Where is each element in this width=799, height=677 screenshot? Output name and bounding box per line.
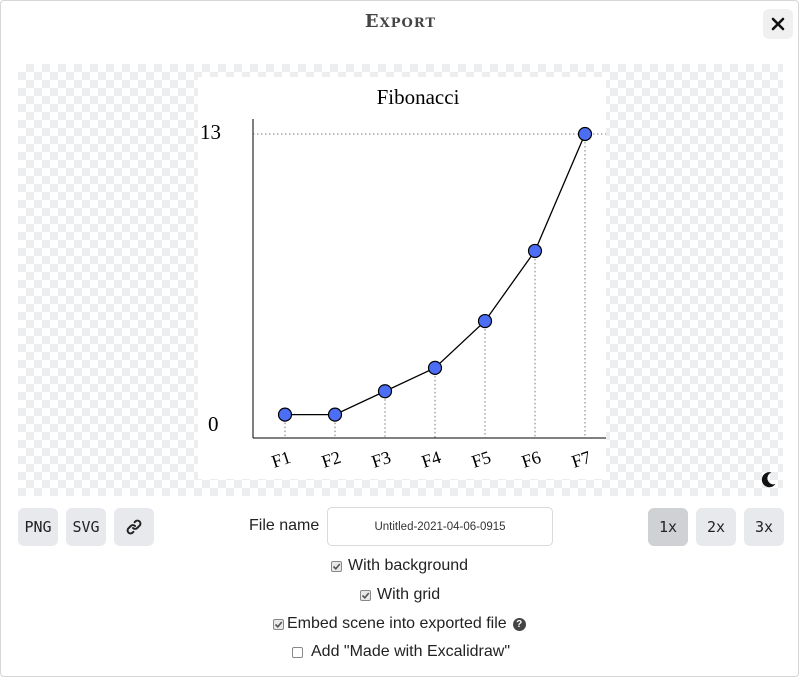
data-point	[577, 126, 593, 142]
with-background-option[interactable]: With background	[331, 557, 468, 575]
data-point	[327, 407, 343, 422]
copy-link-button[interactable]	[114, 508, 154, 546]
x-tick-label: F1	[269, 447, 293, 472]
made-with-excalidraw-checkbox[interactable]	[292, 646, 303, 658]
chart-title: Fibonacci	[377, 85, 460, 109]
export-svg-button[interactable]: SVG	[66, 508, 106, 546]
made-with-excalidraw-option[interactable]: Add "Made with Excalidraw"	[292, 643, 510, 661]
x-tick-label: F5	[469, 447, 493, 472]
export-dialog: Export Fibonacci 13 0 F1 F2 F3 F4 F5 F6 F7 PNG…	[0, 0, 799, 677]
file-name-input[interactable]	[327, 507, 553, 546]
data-point	[377, 384, 393, 399]
chart-canvas: Fibonacci 13 0 F1 F2 F3 F4 F5 F6 F7	[198, 77, 606, 479]
file-name-label: File name	[249, 517, 320, 534]
export-preview: Fibonacci 13 0 F1 F2 F3 F4 F5 F6 F7	[18, 64, 783, 496]
data-point	[477, 313, 493, 329]
x-tick-label: F6	[519, 447, 543, 472]
check-icon	[332, 562, 341, 570]
y-axis-max-label: 13	[200, 120, 221, 144]
fibonacci-chart: Fibonacci 13 0 F1 F2 F3 F4 F5 F6 F7	[200, 85, 606, 472]
question-circle-icon[interactable]: ?	[512, 617, 526, 631]
data-point	[527, 243, 543, 259]
with-background-label: With background	[348, 557, 469, 574]
with-grid-option[interactable]: With grid	[360, 586, 440, 604]
x-tick-label: F2	[319, 447, 343, 472]
scale-2x-button[interactable]: 2x	[696, 508, 736, 546]
made-with-excalidraw-label: Add "Made with Excalidraw"	[311, 643, 510, 660]
embed-scene-option[interactable]: Embed scene into exported file ?	[273, 615, 526, 633]
link-icon	[126, 519, 142, 535]
export-png-button[interactable]: PNG	[18, 508, 58, 546]
x-tick-label: F7	[569, 447, 593, 472]
close-button[interactable]	[763, 9, 793, 39]
with-grid-label: With grid	[377, 586, 441, 603]
check-icon	[361, 591, 370, 599]
with-background-checkbox[interactable]	[331, 560, 342, 572]
x-tick-label: F4	[419, 447, 443, 472]
with-grid-checkbox[interactable]	[360, 589, 371, 601]
embed-scene-checkbox[interactable]	[273, 618, 284, 630]
data-point	[427, 360, 443, 375]
x-tick-label: F3	[369, 447, 393, 472]
y-axis-min-label: 0	[208, 412, 219, 436]
embed-scene-label: Embed scene into exported file	[287, 615, 507, 632]
moon-icon[interactable]	[758, 470, 778, 490]
check-icon	[274, 620, 283, 628]
data-point	[277, 407, 293, 422]
close-icon	[771, 17, 785, 31]
scale-1x-button[interactable]: 1x	[648, 508, 688, 546]
scale-3x-button[interactable]: 3x	[744, 508, 784, 546]
dialog-title: Export	[364, 11, 437, 32]
